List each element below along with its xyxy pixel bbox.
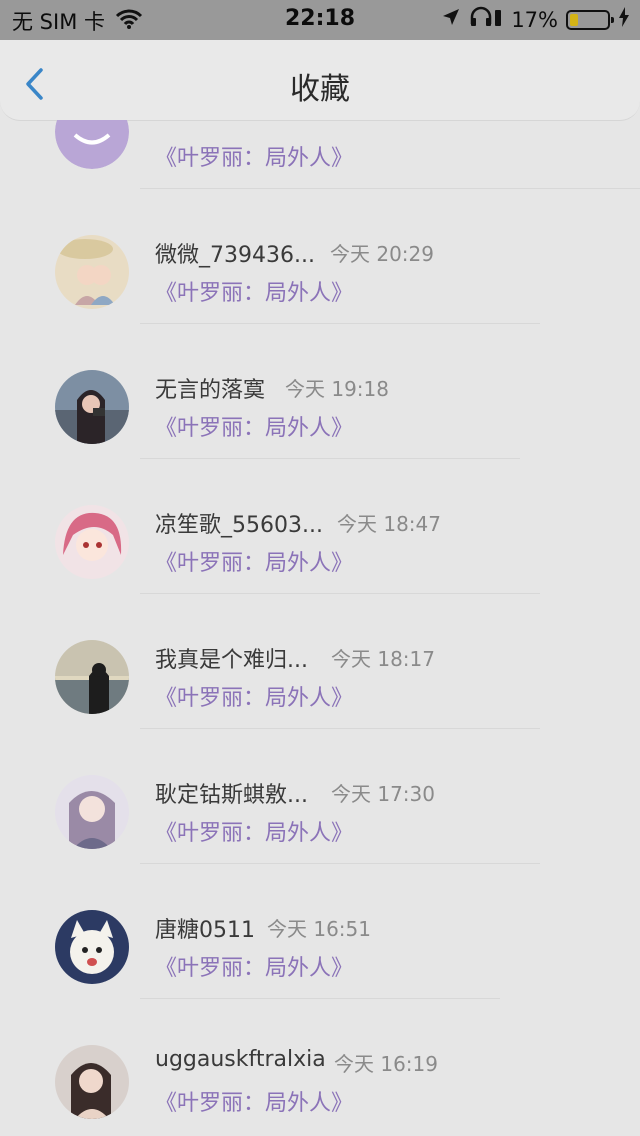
battery-icon	[566, 9, 614, 30]
user-name: uggauskftralxia	[155, 1047, 326, 1072]
avatar	[55, 910, 129, 984]
user-name: 唐糖0511	[155, 918, 255, 943]
timestamp: 今天 18:47	[337, 512, 441, 536]
book-link[interactable]: 《叶罗丽：局外人》	[155, 1085, 353, 1117]
timestamp: 今天 18:17	[331, 647, 435, 671]
favorites-list: 《叶罗丽：局外人》 微微_739436... 今天 20:29 《叶罗丽：局外人…	[0, 120, 640, 1136]
user-name: 我真是个难归...	[155, 648, 308, 673]
book-link[interactable]: 《叶罗丽：局外人》	[155, 140, 353, 172]
avatar	[55, 775, 129, 849]
book-link[interactable]: 《叶罗丽：局外人》	[155, 275, 353, 307]
list-item[interactable]: 凉笙歌_55603... 今天 18:47 《叶罗丽：局外人》	[0, 458, 640, 593]
book-link[interactable]: 《叶罗丽：局外人》	[155, 815, 353, 847]
user-name: 微微_739436...	[155, 243, 315, 268]
headphones-icon	[469, 6, 503, 33]
list-item[interactable]: 微微_739436... 今天 20:29 《叶罗丽：局外人》	[0, 188, 640, 323]
book-link[interactable]: 《叶罗丽：局外人》	[155, 950, 353, 982]
timestamp: 今天 20:29	[330, 242, 434, 266]
book-link[interactable]: 《叶罗丽：局外人》	[155, 545, 353, 577]
battery-percent: 17%	[511, 7, 558, 32]
list-item-partial[interactable]: 《叶罗丽：局外人》	[0, 120, 640, 190]
nav-bar: 收藏	[0, 40, 640, 121]
avatar	[55, 235, 129, 309]
list-item[interactable]: 无言的落寞 今天 19:18 《叶罗丽：局外人》	[0, 323, 640, 458]
book-link[interactable]: 《叶罗丽：局外人》	[155, 680, 353, 712]
avatar	[55, 120, 129, 169]
avatar	[55, 505, 129, 579]
list-item[interactable]: 我真是个难归... 今天 18:17 《叶罗丽：局外人》	[0, 593, 640, 728]
timestamp: 今天 16:19	[334, 1052, 438, 1076]
timestamp: 今天 19:18	[285, 377, 389, 401]
book-link[interactable]: 《叶罗丽：局外人》	[155, 410, 353, 442]
user-name: 耿定钴斯蜞敫...	[155, 783, 308, 808]
list-item[interactable]: 唐糖0511 今天 16:51 《叶罗丽：局外人》	[0, 863, 640, 998]
avatar	[55, 370, 129, 444]
user-name: 凉笙歌_55603...	[155, 513, 323, 538]
avatar	[55, 640, 129, 714]
timestamp: 今天 16:51	[267, 917, 371, 941]
page-title: 收藏	[290, 72, 350, 107]
location-arrow-icon	[441, 7, 461, 32]
user-name: 无言的落寞	[155, 378, 266, 403]
timestamp: 今天 17:30	[331, 782, 435, 806]
status-right: 17%	[441, 6, 630, 33]
list-item[interactable]: 耿定钴斯蜞敫... 今天 17:30 《叶罗丽：局外人》	[0, 728, 640, 863]
list-item[interactable]: uggauskftralxia 今天 16:19 《叶罗丽：局外人》	[0, 998, 640, 1133]
charging-bolt-icon	[618, 7, 630, 32]
avatar	[55, 1045, 129, 1119]
status-bar: 无 SIM 卡 22:18 17%	[0, 0, 640, 40]
